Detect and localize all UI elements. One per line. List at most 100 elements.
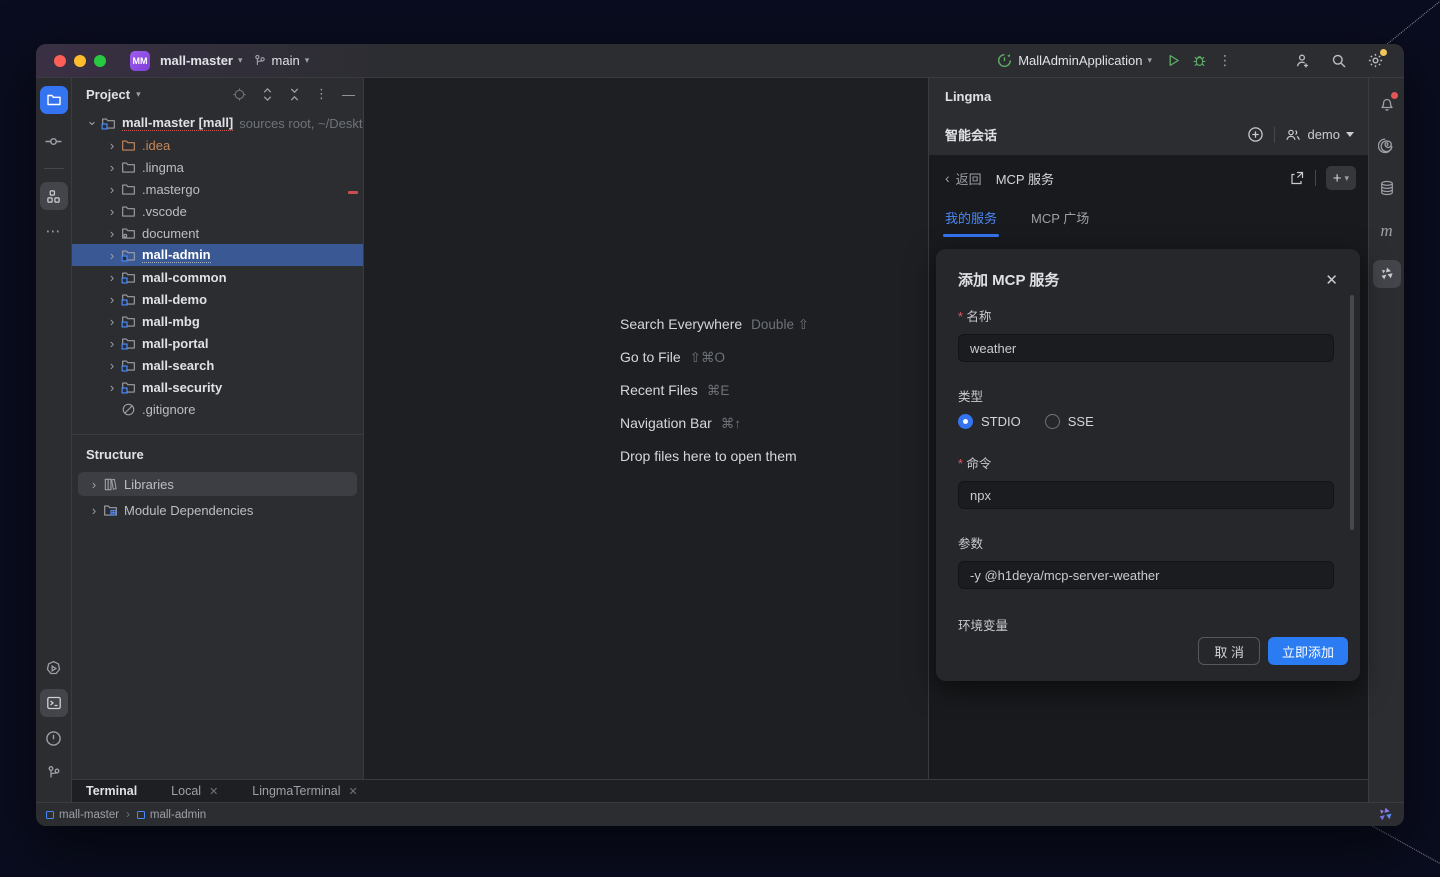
tree-item-mall-portal[interactable]: › mall-portal bbox=[72, 332, 363, 354]
maven-button[interactable]: m bbox=[1373, 217, 1401, 245]
new-chat-icon[interactable] bbox=[1247, 126, 1264, 143]
submit-button[interactable]: 立即添加 bbox=[1267, 637, 1348, 665]
commit-icon bbox=[45, 137, 62, 145]
commit-toolwindow-button[interactable] bbox=[40, 127, 68, 155]
module-icon bbox=[100, 116, 117, 131]
notifications-button[interactable] bbox=[1373, 90, 1401, 118]
export-icon[interactable] bbox=[1289, 170, 1305, 186]
panel-options-icon[interactable]: ⋮ bbox=[315, 86, 328, 102]
git-branch-icon bbox=[254, 54, 265, 65]
ai-assistant-button[interactable] bbox=[1373, 131, 1401, 159]
lingma-panel: Lingma 智能会话 demo ‹ 返回 MCP 服务 + ▾ 我的服务 MC… bbox=[928, 78, 1368, 779]
dialog-scrollbar[interactable] bbox=[1350, 295, 1354, 530]
terminal-tab-lingmaterminal[interactable]: LingmaTerminal ✕ bbox=[252, 784, 357, 798]
chevron-down-icon[interactable]: ⌄ bbox=[84, 113, 100, 129]
cancel-button[interactable]: 取 消 bbox=[1198, 637, 1260, 665]
chevron-right-icon[interactable]: › bbox=[86, 503, 102, 518]
tree-item-mall-mbg[interactable]: › mall-mbg bbox=[72, 310, 363, 332]
close-icon[interactable]: ✕ bbox=[209, 785, 218, 798]
chevron-right-icon[interactable]: › bbox=[104, 314, 120, 329]
more-toolwindows-button[interactable]: ⋯ bbox=[40, 217, 68, 245]
close-icon[interactable]: ✕ bbox=[1325, 271, 1338, 289]
args-input[interactable] bbox=[958, 561, 1334, 589]
settings-button[interactable] bbox=[1362, 48, 1388, 74]
project-selector[interactable]: mall-master ▾ bbox=[160, 53, 243, 68]
chevron-right-icon[interactable]: › bbox=[104, 204, 120, 219]
add-mcp-button[interactable]: + ▾ bbox=[1325, 166, 1356, 190]
env-label: 环境变量 bbox=[958, 619, 1009, 633]
titlebar: MM mall-master ▾ main ▾ MallAdminApplicati… bbox=[36, 44, 1404, 78]
editor-empty-state: Search Everywhere Double ⇧ Go to File ⇧⌘O Re… bbox=[364, 78, 928, 779]
tree-item-document[interactable]: › document bbox=[72, 222, 363, 244]
services-toolwindow-button[interactable] bbox=[40, 654, 68, 682]
chevron-right-icon[interactable]: › bbox=[104, 358, 120, 373]
name-input[interactable] bbox=[958, 334, 1334, 362]
expand-all-icon[interactable] bbox=[261, 87, 274, 102]
tree-item--gitignore[interactable]: .gitignore bbox=[72, 398, 363, 420]
back-button[interactable]: ‹ 返回 bbox=[945, 169, 982, 188]
terminal-title[interactable]: Terminal bbox=[86, 784, 137, 798]
user-selector[interactable]: demo bbox=[1285, 127, 1354, 143]
terminal-tab-local[interactable]: Local ✕ bbox=[171, 784, 218, 798]
lingma-toolwindow-button[interactable] bbox=[1372, 260, 1401, 288]
database-button[interactable] bbox=[1373, 174, 1401, 202]
locate-file-icon[interactable] bbox=[232, 87, 247, 102]
tree-item--vscode[interactable]: › .vscode bbox=[72, 200, 363, 222]
chevron-right-icon[interactable]: › bbox=[104, 292, 120, 307]
notification-dot bbox=[1390, 92, 1398, 99]
run-configuration-selector[interactable]: MallAdminApplication ▾ bbox=[996, 52, 1152, 69]
git-toolwindow-button[interactable] bbox=[40, 759, 68, 787]
chevron-right-icon[interactable]: › bbox=[104, 248, 120, 263]
module-icon bbox=[120, 358, 137, 373]
tree-item-mall-search[interactable]: › mall-search bbox=[72, 354, 363, 376]
lingma-status-badge[interactable] bbox=[1377, 806, 1394, 823]
chevron-right-icon[interactable]: › bbox=[86, 477, 102, 492]
add-user-button[interactable] bbox=[1290, 48, 1316, 74]
tree-item-mall-security[interactable]: › mall-security bbox=[72, 376, 363, 398]
more-actions-button[interactable]: ⋮ bbox=[1212, 48, 1238, 74]
minimize-window-button[interactable] bbox=[74, 54, 86, 67]
structure-toolwindow-button[interactable] bbox=[39, 182, 68, 210]
chevron-right-icon[interactable]: › bbox=[104, 380, 120, 395]
chevron-right-icon[interactable]: › bbox=[104, 160, 120, 175]
tree-item-mall-common[interactable]: › mall-common bbox=[72, 266, 363, 288]
tree-item-mall-demo[interactable]: › mall-demo bbox=[72, 288, 363, 310]
problems-toolwindow-button[interactable] bbox=[40, 724, 68, 752]
tree-item-mall-admin[interactable]: › mall-admin bbox=[72, 244, 363, 266]
project-panel-title[interactable]: Project bbox=[86, 87, 130, 102]
search-everywhere-button[interactable] bbox=[1326, 48, 1352, 74]
project-toolwindow-button[interactable] bbox=[39, 86, 68, 114]
maximize-window-button[interactable] bbox=[94, 54, 106, 67]
args-label: 参数 bbox=[958, 537, 984, 551]
chevron-right-icon[interactable]: › bbox=[104, 182, 120, 197]
breadcrumb-mall-master[interactable]: mall-master bbox=[46, 809, 119, 821]
radio-stdio[interactable]: STDIO bbox=[958, 414, 1021, 429]
structure-item-module-dependencies[interactable]: › Module Dependencies bbox=[78, 498, 357, 522]
hide-panel-icon[interactable]: — bbox=[342, 87, 355, 102]
tree-item-label: mall-mbg bbox=[142, 313, 200, 329]
chevron-right-icon[interactable]: › bbox=[104, 138, 120, 153]
tree-item--idea[interactable]: › .idea bbox=[72, 134, 363, 156]
mcp-tab-my-services[interactable]: 我的服务 bbox=[942, 208, 1000, 237]
tree-item-mall-master--mall-[interactable]: ⌄ mall-master [mall] sources root, ~/Deskt… bbox=[72, 112, 363, 134]
command-input[interactable] bbox=[958, 481, 1334, 509]
close-window-button[interactable] bbox=[54, 54, 66, 67]
close-icon[interactable]: ✕ bbox=[349, 785, 358, 798]
settings-notification-dot bbox=[1380, 48, 1387, 56]
terminal-toolwindow-button[interactable] bbox=[39, 689, 68, 717]
breadcrumb-mall-admin[interactable]: mall-admin bbox=[136, 809, 206, 821]
collapse-all-icon[interactable] bbox=[288, 87, 301, 102]
tree-item--mastergo[interactable]: › .mastergo bbox=[72, 178, 363, 200]
chevron-right-icon[interactable]: › bbox=[104, 336, 120, 351]
chevron-right-icon[interactable]: › bbox=[104, 270, 120, 285]
radio-sse[interactable]: SSE bbox=[1044, 414, 1094, 429]
debug-button[interactable] bbox=[1186, 48, 1212, 74]
chevron-right-icon[interactable]: › bbox=[104, 226, 120, 241]
mcp-tab-mcp-marketplace[interactable]: MCP 广场 bbox=[1031, 208, 1089, 237]
run-button[interactable] bbox=[1160, 48, 1186, 74]
branch-selector[interactable]: main ▾ bbox=[253, 53, 309, 68]
chevron-down-icon bbox=[1346, 132, 1354, 137]
tree-item--lingma[interactable]: › .lingma bbox=[72, 156, 363, 178]
tree-item-label: .lingma bbox=[142, 159, 184, 175]
structure-item-libraries[interactable]: › Libraries bbox=[78, 472, 357, 496]
